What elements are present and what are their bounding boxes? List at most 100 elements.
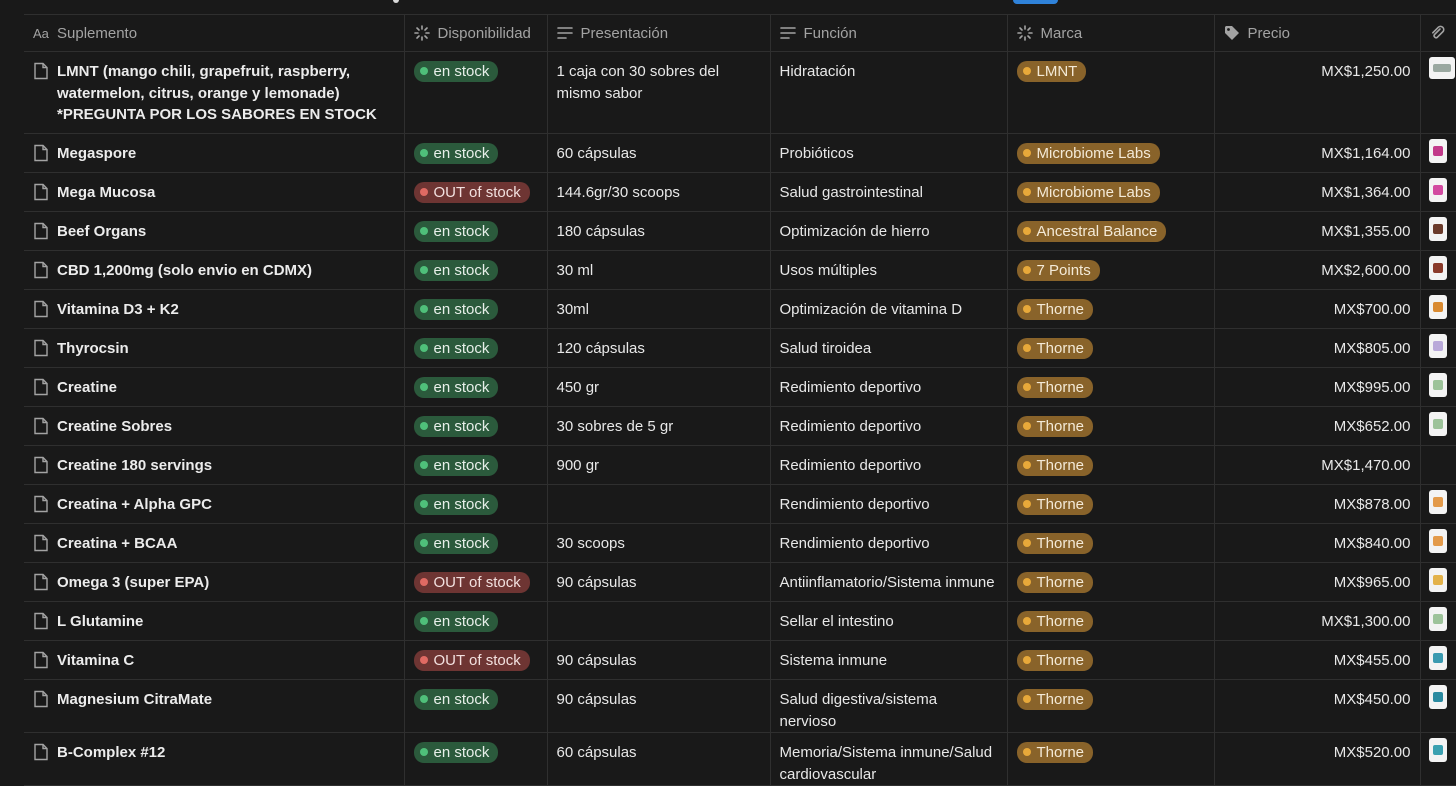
price-cell[interactable]: MX$1,164.00 bbox=[1213, 133, 1420, 173]
function-cell[interactable]: Sellar el intestino bbox=[769, 601, 1007, 641]
availability-cell[interactable]: en stock bbox=[403, 133, 547, 173]
image-cell[interactable] bbox=[1419, 679, 1456, 733]
brand-cell[interactable]: Thorne bbox=[1006, 367, 1214, 407]
image-cell[interactable] bbox=[1419, 172, 1456, 212]
function-cell[interactable]: Salud digestiva/sistema nervioso bbox=[769, 679, 1007, 733]
function-cell[interactable]: Probióticos bbox=[769, 133, 1007, 173]
product-thumbnail[interactable] bbox=[1428, 646, 1447, 670]
brand-cell[interactable]: Thorne bbox=[1006, 289, 1214, 329]
presentation-cell[interactable]: 90 cápsulas bbox=[546, 562, 770, 602]
presentation-cell[interactable]: 60 cápsulas bbox=[546, 133, 770, 173]
price-cell[interactable]: MX$1,250.00 bbox=[1213, 51, 1420, 134]
table-row[interactable]: Megaspore en stock 60 cápsulas Probiótic… bbox=[24, 133, 1456, 173]
presentation-cell[interactable]: 180 cápsulas bbox=[546, 211, 770, 251]
presentation-cell[interactable] bbox=[546, 601, 770, 641]
table-row[interactable]: Thyrocsin en stock 120 cápsulas Salud ti… bbox=[24, 328, 1456, 368]
supplement-name-cell[interactable]: Creatine 180 servings bbox=[24, 445, 404, 485]
brand-cell[interactable]: Microbiome Labs bbox=[1006, 172, 1214, 212]
image-cell[interactable] bbox=[1419, 484, 1456, 524]
function-cell[interactable]: Rendimiento deportivo bbox=[769, 484, 1007, 524]
product-thumbnail[interactable] bbox=[1428, 685, 1447, 709]
supplement-name-cell[interactable]: Beef Organs bbox=[24, 211, 404, 251]
brand-cell[interactable]: Ancestral Balance bbox=[1006, 211, 1214, 251]
price-cell[interactable]: MX$1,470.00 bbox=[1213, 445, 1420, 485]
supplement-name-cell[interactable]: B-Complex #12 bbox=[24, 732, 404, 786]
presentation-cell[interactable]: 120 cápsulas bbox=[546, 328, 770, 368]
supplement-name-cell[interactable]: LMNT (mango chili, grapefruit, raspberry… bbox=[24, 51, 404, 134]
presentation-cell[interactable]: 60 cápsulas bbox=[546, 732, 770, 786]
availability-cell[interactable]: en stock bbox=[403, 250, 547, 290]
function-cell[interactable]: Salud tiroidea bbox=[769, 328, 1007, 368]
supplement-name-cell[interactable]: Magnesium CitraMate bbox=[24, 679, 404, 733]
product-thumbnail[interactable] bbox=[1428, 412, 1447, 436]
availability-cell[interactable]: OUT of stock bbox=[403, 640, 547, 680]
table-row[interactable]: Vitamina C OUT of stock 90 cápsulas Sist… bbox=[24, 640, 1456, 680]
brand-cell[interactable]: Thorne bbox=[1006, 523, 1214, 563]
image-cell[interactable] bbox=[1419, 640, 1456, 680]
brand-cell[interactable]: 7 Points bbox=[1006, 250, 1214, 290]
function-cell[interactable]: Redimiento deportivo bbox=[769, 445, 1007, 485]
function-cell[interactable]: Sistema inmune bbox=[769, 640, 1007, 680]
image-cell[interactable] bbox=[1419, 601, 1456, 641]
function-cell[interactable]: Optimización de hierro bbox=[769, 211, 1007, 251]
price-cell[interactable]: MX$840.00 bbox=[1213, 523, 1420, 563]
function-cell[interactable]: Redimiento deportivo bbox=[769, 406, 1007, 446]
price-cell[interactable]: MX$700.00 bbox=[1213, 289, 1420, 329]
table-row[interactable]: Vitamina D3 + K2 en stock 30ml Optimizac… bbox=[24, 289, 1456, 329]
table-row[interactable]: Omega 3 (super EPA) OUT of stock 90 cáps… bbox=[24, 562, 1456, 602]
function-cell[interactable]: Salud gastrointestinal bbox=[769, 172, 1007, 212]
presentation-cell[interactable]: 1 caja con 30 sobres del mismo sabor bbox=[546, 51, 770, 134]
presentation-cell[interactable]: 90 cápsulas bbox=[546, 679, 770, 733]
availability-cell[interactable]: en stock bbox=[403, 484, 547, 524]
availability-cell[interactable]: en stock bbox=[403, 328, 547, 368]
presentation-cell[interactable]: 30 sobres de 5 gr bbox=[546, 406, 770, 446]
availability-cell[interactable]: en stock bbox=[403, 445, 547, 485]
table-row[interactable]: Creatina + BCAA en stock 30 scoops Rendi… bbox=[24, 523, 1456, 563]
image-cell[interactable] bbox=[1419, 211, 1456, 251]
brand-cell[interactable]: Thorne bbox=[1006, 732, 1214, 786]
function-cell[interactable]: Redimiento deportivo bbox=[769, 367, 1007, 407]
table-row[interactable]: Creatina + Alpha GPC en stock Rendimient… bbox=[24, 484, 1456, 524]
product-thumbnail[interactable] bbox=[1428, 738, 1447, 762]
brand-cell[interactable]: Thorne bbox=[1006, 406, 1214, 446]
price-cell[interactable]: MX$450.00 bbox=[1213, 679, 1420, 733]
product-thumbnail[interactable] bbox=[1428, 334, 1447, 358]
presentation-cell[interactable]: 144.6gr/30 scoops bbox=[546, 172, 770, 212]
table-row[interactable]: Magnesium CitraMate en stock 90 cápsulas… bbox=[24, 679, 1456, 733]
supplement-name-cell[interactable]: Mega Mucosa bbox=[24, 172, 404, 212]
presentation-cell[interactable]: 900 gr bbox=[546, 445, 770, 485]
column-header-name[interactable]: Aa Suplemento bbox=[24, 14, 404, 52]
function-cell[interactable]: Hidratación bbox=[769, 51, 1007, 134]
image-cell[interactable] bbox=[1419, 562, 1456, 602]
brand-cell[interactable]: Thorne bbox=[1006, 679, 1214, 733]
image-cell[interactable] bbox=[1419, 328, 1456, 368]
product-thumbnail[interactable] bbox=[1428, 139, 1447, 163]
availability-cell[interactable]: en stock bbox=[403, 289, 547, 329]
brand-cell[interactable]: Thorne bbox=[1006, 445, 1214, 485]
image-cell[interactable] bbox=[1419, 133, 1456, 173]
product-thumbnail[interactable] bbox=[1428, 295, 1447, 319]
availability-cell[interactable]: en stock bbox=[403, 523, 547, 563]
price-cell[interactable]: MX$1,355.00 bbox=[1213, 211, 1420, 251]
brand-cell[interactable]: Thorne bbox=[1006, 640, 1214, 680]
availability-cell[interactable]: en stock bbox=[403, 679, 547, 733]
availability-cell[interactable]: en stock bbox=[403, 601, 547, 641]
presentation-cell[interactable]: 30ml bbox=[546, 289, 770, 329]
price-cell[interactable]: MX$652.00 bbox=[1213, 406, 1420, 446]
table-row[interactable]: L Glutamine en stock Sellar el intestino… bbox=[24, 601, 1456, 641]
availability-cell[interactable]: en stock bbox=[403, 732, 547, 786]
presentation-cell[interactable]: 30 ml bbox=[546, 250, 770, 290]
supplement-name-cell[interactable]: Omega 3 (super EPA) bbox=[24, 562, 404, 602]
image-cell[interactable] bbox=[1419, 445, 1456, 485]
product-thumbnail[interactable] bbox=[1428, 373, 1447, 397]
supplement-name-cell[interactable]: Vitamina C bbox=[24, 640, 404, 680]
image-cell[interactable] bbox=[1419, 406, 1456, 446]
table-row[interactable]: Creatine en stock 450 gr Redimiento depo… bbox=[24, 367, 1456, 407]
presentation-cell[interactable]: 90 cápsulas bbox=[546, 640, 770, 680]
price-cell[interactable]: MX$1,300.00 bbox=[1213, 601, 1420, 641]
product-thumbnail[interactable] bbox=[1428, 217, 1447, 241]
price-cell[interactable]: MX$878.00 bbox=[1213, 484, 1420, 524]
supplement-name-cell[interactable]: Vitamina D3 + K2 bbox=[24, 289, 404, 329]
product-thumbnail[interactable] bbox=[1428, 256, 1447, 280]
price-cell[interactable]: MX$520.00 bbox=[1213, 732, 1420, 786]
